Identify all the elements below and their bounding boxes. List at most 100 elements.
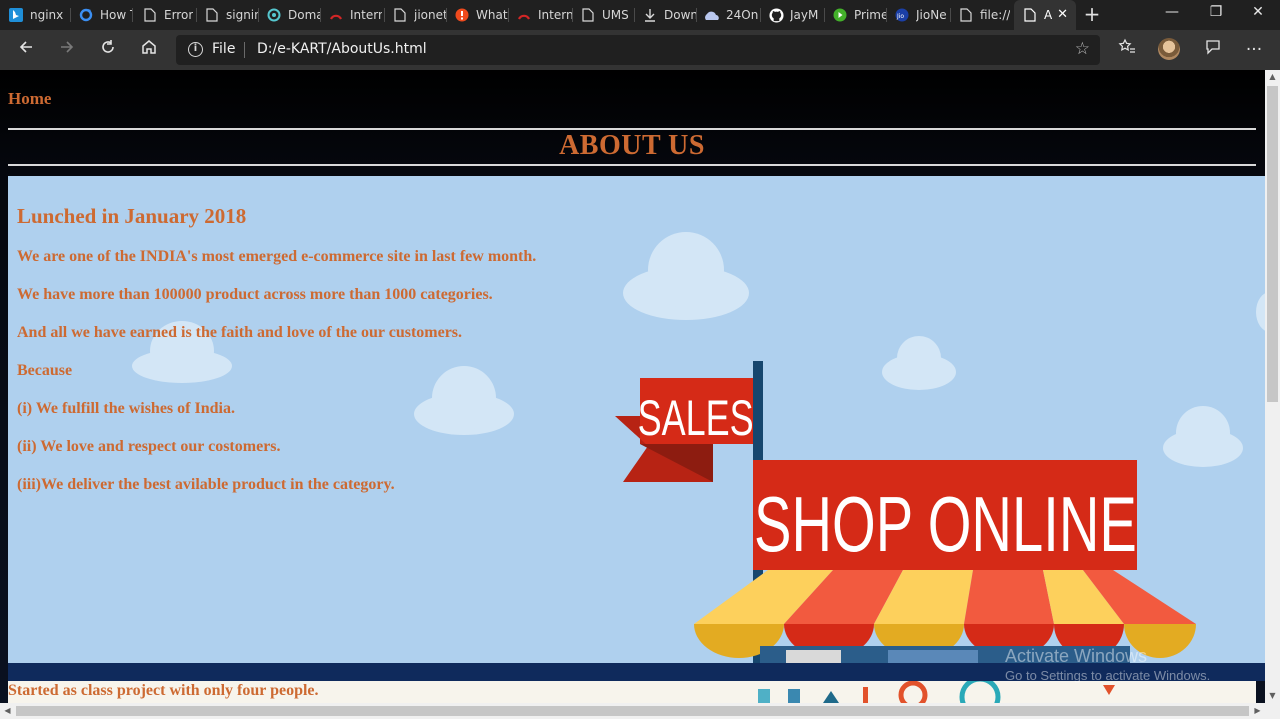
tab-title: jionet xyxy=(414,8,446,22)
url-scheme-label: File xyxy=(212,41,236,57)
browser-tab[interactable]: file:// xyxy=(950,0,1014,30)
awning xyxy=(694,570,1196,658)
svg-text:Jio: Jio xyxy=(896,13,904,20)
favorite-star-icon[interactable]: ☆ xyxy=(1075,39,1090,59)
tab-title: nginx xyxy=(30,8,64,22)
tab-title: Prime xyxy=(854,8,886,22)
home-icon xyxy=(142,40,156,54)
tab-title: What xyxy=(476,8,508,22)
forward-button[interactable] xyxy=(55,38,79,62)
tab-title: Down xyxy=(664,8,696,22)
hero-line: We have more than 100000 product across … xyxy=(17,286,493,303)
tab-title: JioNe xyxy=(916,8,947,22)
hero-line: We are one of the INDIA's most emerged e… xyxy=(17,248,537,265)
tab-title: Intern xyxy=(538,8,572,22)
feedback-icon xyxy=(1206,40,1220,55)
browser-tab[interactable]: Down xyxy=(634,0,696,30)
hero-line: (i) We fulfill the wishes of India. xyxy=(17,400,235,417)
tab-strip: nginx How T Error signin Doma Intern jio… xyxy=(0,0,1280,30)
download-icon xyxy=(642,7,658,23)
scroll-thumb[interactable] xyxy=(16,706,1249,716)
footer-text: Started as class project with only four … xyxy=(8,682,319,699)
tab-title: JayM xyxy=(790,8,819,22)
hero-line: Because xyxy=(17,362,73,379)
feedback-button[interactable] xyxy=(1201,38,1225,62)
page-viewport: Home ABOUT US SALES SHOP ONLINE Lunched … xyxy=(0,70,1280,719)
browser-tab[interactable]: Intern xyxy=(320,0,382,30)
scroll-up-arrow-icon[interactable]: ▲ xyxy=(1265,70,1280,84)
arrow-right-icon xyxy=(61,41,74,53)
close-tab-icon[interactable]: ✕ xyxy=(1057,7,1068,22)
vertical-scrollbar[interactable]: ▲ ▼ xyxy=(1265,70,1280,703)
favorites-list-icon xyxy=(1118,38,1135,53)
tab-title: A xyxy=(1044,8,1053,22)
new-tab-button[interactable]: + xyxy=(1082,3,1102,27)
refresh-button[interactable] xyxy=(96,38,120,62)
scroll-right-arrow-icon[interactable]: ▶ xyxy=(1250,703,1265,719)
browser-tab-active[interactable]: A ✕ xyxy=(1014,0,1076,30)
hero-heading: Lunched in January 2018 xyxy=(17,204,247,228)
browser-tab[interactable]: jionet xyxy=(384,0,446,30)
browser-tab[interactable]: 24On xyxy=(696,0,760,30)
activation-watermark-title: Activate Windows xyxy=(1005,646,1148,666)
browser-tab[interactable]: How T xyxy=(70,0,132,30)
scrollbar-corner xyxy=(1265,703,1280,719)
address-toolbar: i File D:/e-KART/AboutUs.html ☆ ··· xyxy=(0,30,1280,70)
alert-orange-icon xyxy=(454,7,470,23)
arrow-left-icon xyxy=(19,41,32,53)
home-link[interactable]: Home xyxy=(8,89,51,109)
browser-tab[interactable]: UMS xyxy=(572,0,634,30)
info-icon[interactable]: i xyxy=(188,42,203,57)
divider xyxy=(8,164,1256,166)
browser-tab[interactable]: JayM xyxy=(760,0,824,30)
domain-icon xyxy=(266,7,282,23)
play-green-icon xyxy=(832,7,848,23)
page-icon xyxy=(1022,7,1038,23)
browser-tab[interactable]: Prime xyxy=(824,0,886,30)
profile-avatar[interactable] xyxy=(1158,38,1180,60)
browser-tab[interactable]: Doma xyxy=(258,0,320,30)
browser-tab[interactable]: nginx xyxy=(0,0,70,30)
activation-watermark-hint: Go to Settings to activate Windows. xyxy=(1005,668,1211,683)
tab-title: UMS xyxy=(602,8,629,22)
tab-title: signin xyxy=(226,8,258,22)
browser-tab[interactable]: Jio JioNe xyxy=(886,0,950,30)
flag-text: SALES xyxy=(638,391,754,446)
browser-tab[interactable]: Error xyxy=(134,0,196,30)
page-icon xyxy=(580,7,596,23)
browser-tab[interactable]: Intern xyxy=(508,0,572,30)
favorites-button[interactable] xyxy=(1115,38,1139,62)
scroll-down-arrow-icon[interactable]: ▼ xyxy=(1265,689,1280,703)
home-button[interactable] xyxy=(137,38,161,62)
hero-banner: SALES SHOP ONLINE Lunched in January 201… xyxy=(8,176,1265,663)
back-button[interactable] xyxy=(14,38,38,62)
page-icon xyxy=(958,7,974,23)
browser-tab[interactable]: signin xyxy=(196,0,258,30)
scroll-thumb[interactable] xyxy=(1267,86,1278,402)
hero-line: (iii)We deliver the best avilable produc… xyxy=(17,476,395,493)
page-icon xyxy=(142,7,158,23)
page-icon xyxy=(392,7,408,23)
page-title: ABOUT US xyxy=(559,130,705,161)
tab-separator xyxy=(132,8,133,22)
browser-tab[interactable]: What xyxy=(446,0,508,30)
tab-title: How T xyxy=(100,8,132,22)
tab-title: Intern xyxy=(350,8,382,22)
more-dots-icon: ··· xyxy=(1245,40,1263,60)
restore-button[interactable]: ❐ xyxy=(1194,0,1238,30)
more-menu-button[interactable]: ··· xyxy=(1242,38,1266,62)
minimize-button[interactable]: — xyxy=(1150,0,1194,30)
tab-title: file:// xyxy=(980,8,1011,22)
url-text[interactable]: D:/e-KART/AboutUs.html xyxy=(257,41,427,57)
horizontal-scrollbar[interactable]: ◀ ▶ xyxy=(0,703,1265,719)
close-window-button[interactable]: ✕ xyxy=(1236,0,1280,30)
scroll-left-arrow-icon[interactable]: ◀ xyxy=(0,703,15,719)
jio-icon: Jio xyxy=(894,7,910,23)
address-bar[interactable]: i File D:/e-KART/AboutUs.html ☆ xyxy=(176,35,1100,65)
bing-icon xyxy=(8,7,24,23)
hero-line: And all we have earned is the faith and … xyxy=(17,324,463,341)
sign-text: SHOP ONLINE xyxy=(754,481,1137,568)
github-icon xyxy=(768,7,784,23)
gauge-red-icon xyxy=(516,7,532,23)
gauge-red-icon xyxy=(328,7,344,23)
